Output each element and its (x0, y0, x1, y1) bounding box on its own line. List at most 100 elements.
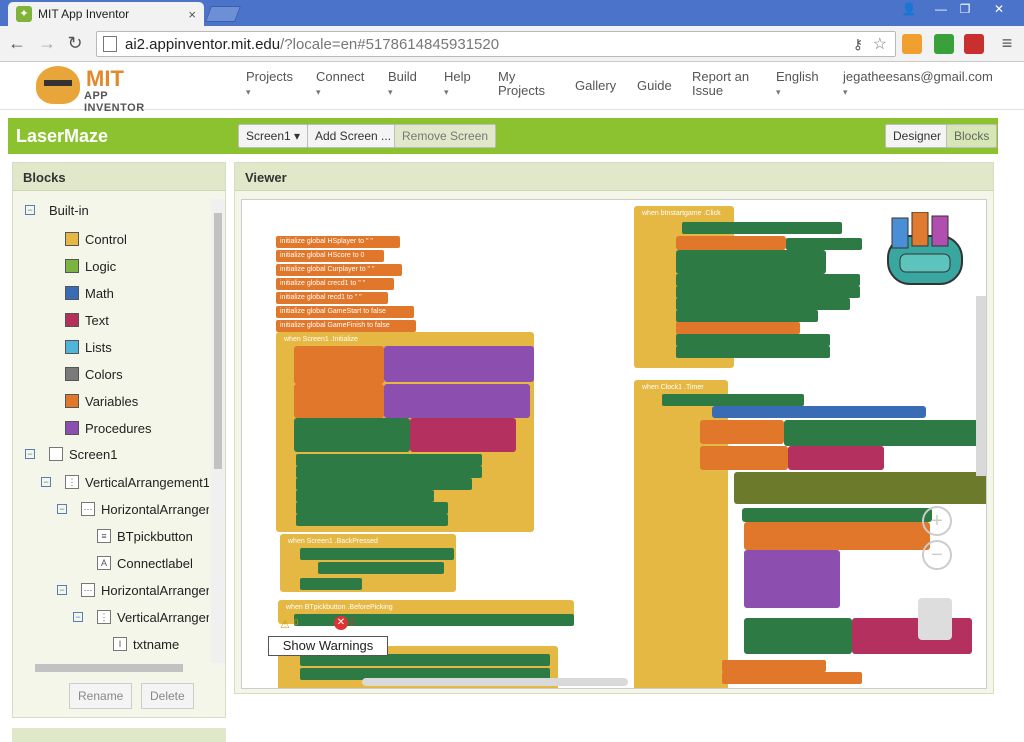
set-timer-block[interactable] (676, 346, 830, 358)
set-block[interactable] (676, 236, 786, 250)
set-block[interactable] (294, 384, 384, 418)
set-block[interactable] (744, 522, 930, 550)
set-block[interactable] (676, 322, 800, 334)
tree-verticalarrangement1[interactable]: − ⋮ VerticalArrangement1 (41, 471, 209, 493)
add-screen-button[interactable]: Add Screen ... (307, 124, 400, 148)
zoom-in-icon[interactable]: + (922, 506, 952, 536)
tree-builtin[interactable]: − Built-in (25, 199, 89, 221)
compare-block[interactable] (682, 222, 842, 234)
tinydb-getvalue-block[interactable] (384, 384, 530, 418)
screen-select[interactable]: Screen1 ▾ (238, 124, 309, 148)
trash-icon[interactable] (918, 598, 952, 640)
set-timer-block[interactable] (296, 502, 448, 514)
tree-horizontalarrangement[interactable]: − ⋯ HorizontalArrangem (57, 498, 209, 520)
key-icon[interactable]: ⚷ (853, 36, 863, 53)
set-block[interactable] (722, 672, 862, 684)
tree-screen1[interactable]: − Screen1 (25, 443, 117, 465)
set-visible-block[interactable] (296, 466, 482, 478)
set-label-block[interactable] (744, 618, 852, 654)
category-colors[interactable]: Colors (65, 363, 123, 385)
menu-projects[interactable]: Projects ▾ (246, 70, 293, 99)
set-label-block[interactable] (294, 418, 410, 452)
set-block[interactable] (722, 660, 826, 672)
category-control[interactable]: Control (65, 228, 127, 250)
category-logic[interactable]: Logic (65, 255, 116, 277)
collapse-icon[interactable]: − (25, 205, 35, 215)
tinydb-storevalue-block[interactable] (744, 550, 840, 608)
warning-icon[interactable]: ⚠ (280, 618, 290, 631)
menu-connect[interactable]: Connect ▾ (316, 70, 364, 99)
shopping-extension-icon[interactable] (902, 34, 922, 54)
set-btlabel-block[interactable] (742, 508, 932, 522)
bytes-available-block[interactable] (712, 406, 926, 418)
user-profile-icon[interactable]: 👤 (896, 0, 922, 18)
menu-help[interactable]: Help ▾ (444, 70, 471, 99)
workspace-vertical-scrollbar[interactable] (976, 296, 986, 476)
menu-language[interactable]: English ▾ (776, 70, 819, 99)
global-var-block[interactable]: initialize global Curplayer to " " (276, 264, 402, 276)
global-var-block[interactable]: initialize global HScore to 0 (276, 250, 384, 262)
collapse-icon[interactable]: − (25, 449, 35, 459)
train-extension-icon[interactable] (964, 34, 984, 54)
restore-icon[interactable]: ❐ (952, 0, 978, 18)
txtname-text-block[interactable] (786, 238, 862, 250)
tab-close-icon[interactable]: × (188, 7, 196, 22)
category-lists[interactable]: Lists (65, 336, 112, 358)
sendtext-block[interactable] (676, 250, 826, 274)
set-timer-block[interactable] (296, 514, 448, 526)
rename-button[interactable]: Rename (69, 683, 133, 709)
collapse-icon[interactable]: − (41, 477, 51, 487)
set-timer-block[interactable] (676, 334, 830, 346)
error-icon[interactable]: ✕ (334, 616, 348, 630)
disconnect-block[interactable] (318, 562, 444, 574)
puzzle-extension-icon[interactable] (934, 34, 954, 54)
if-visible-block[interactable] (662, 394, 804, 406)
set-block[interactable] (700, 420, 784, 444)
tinydb-getvalue-block[interactable] (384, 346, 534, 382)
global-var-block[interactable]: initialize global GameFinish to false (276, 320, 416, 332)
backpack-icon[interactable] (882, 211, 968, 292)
join-block[interactable] (410, 418, 516, 452)
app-inventor-logo[interactable]: MIT APP INVENTOR (36, 66, 164, 114)
back-icon[interactable]: ← (6, 32, 28, 54)
category-procedures[interactable]: Procedures (65, 417, 151, 439)
show-warnings-button[interactable]: Show Warnings (268, 636, 388, 656)
collapse-icon[interactable]: − (57, 504, 67, 514)
set-visible-block[interactable] (676, 298, 850, 310)
set-visible-block[interactable] (296, 478, 472, 490)
category-variables[interactable]: Variables (65, 390, 138, 412)
set-visible-block[interactable] (676, 274, 860, 286)
menu-account[interactable]: jegatheesans@gmail.com ▾ (843, 70, 993, 99)
designer-button[interactable]: Designer (885, 124, 950, 148)
workspace-horizontal-scrollbar[interactable] (362, 678, 628, 686)
blocks-workspace[interactable]: initialize global HSplayer to " " initia… (241, 199, 987, 689)
global-var-block[interactable]: initialize global HSplayer to " " (276, 236, 400, 248)
delete-button[interactable]: Delete (141, 683, 194, 709)
reload-icon[interactable]: ↻ (64, 32, 86, 54)
set-visible-block[interactable] (676, 286, 860, 298)
close-application-block[interactable] (300, 578, 362, 590)
tree-txtname[interactable]: Itxtname (113, 633, 179, 655)
scroll-thumb[interactable] (214, 213, 222, 469)
scroll-thumb[interactable] (35, 664, 183, 672)
menu-build[interactable]: Build ▾ (388, 70, 417, 99)
tree-vertical-scrollbar[interactable] (211, 199, 225, 663)
tree-horizontal-scrollbar[interactable] (23, 661, 209, 675)
category-text[interactable]: Text (65, 309, 109, 331)
forward-icon[interactable]: → (36, 32, 58, 54)
set-block[interactable] (700, 446, 788, 470)
set-block[interactable] (294, 346, 384, 384)
global-var-block[interactable]: initialize global crecd1 to " " (276, 278, 394, 290)
tree-btpickbutton[interactable]: ≡ BTpickbutton (97, 525, 193, 547)
set-visible-block[interactable] (296, 490, 434, 502)
address-bar[interactable]: ai2.appinventor.mit.edu/?locale=en#51786… (96, 31, 896, 57)
tree-horizontalarrangement-2[interactable]: − ⋯ HorizontalArrangem (57, 579, 209, 601)
menu-my-projects[interactable]: My Projects (498, 70, 554, 98)
join-block[interactable] (788, 446, 884, 470)
blocks-button[interactable]: Blocks (946, 124, 998, 148)
zoom-out-icon[interactable]: − (922, 540, 952, 570)
menu-guide[interactable]: Guide (637, 79, 672, 93)
set-visible-block[interactable] (296, 454, 482, 466)
new-tab-button[interactable] (205, 6, 241, 22)
category-math[interactable]: Math (65, 282, 114, 304)
